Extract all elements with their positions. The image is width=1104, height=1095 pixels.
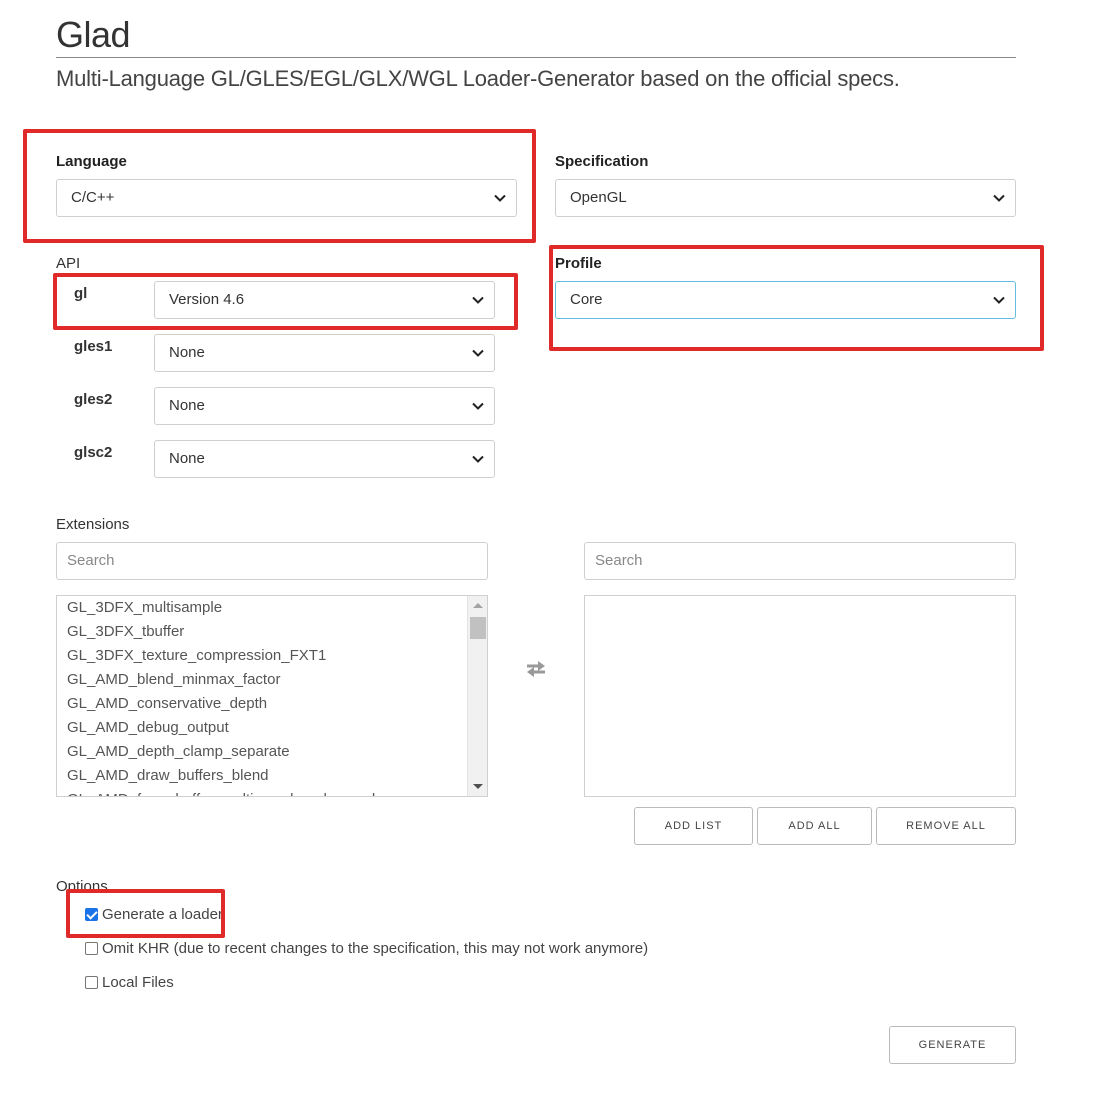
highlight-gl-version [53,273,518,330]
scroll-down-arrow-icon[interactable] [473,784,483,789]
api-name-glsc2: glsc2 [74,444,113,461]
checkbox-icon[interactable] [85,942,98,955]
api-name-gles1: gles1 [74,338,113,355]
generate-button[interactable]: GENERATE [889,1026,1016,1064]
api-name-gles2: gles2 [74,391,113,408]
available-extensions-list[interactable]: GL_3DFX_multisample GL_3DFX_tbuffer GL_3… [56,595,488,797]
chevron-down-icon [472,402,484,410]
list-item[interactable]: GL_3DFX_texture_compression_FXT1 [57,644,487,668]
scroll-thumb[interactable] [470,617,486,639]
api-glsc2-select[interactable]: None [154,440,495,478]
highlight-language [23,129,536,243]
title-divider [56,57,1016,58]
page-subtitle: Multi-Language GL/GLES/EGL/GLX/WGL Loade… [56,66,900,91]
page-title: Glad [56,14,131,55]
extensions-label: Extensions [56,516,130,533]
list-scrollbar[interactable] [467,596,487,796]
list-item[interactable]: GL_AMD_framebuffer_multisample_advanced [57,788,487,796]
scroll-up-arrow-icon[interactable] [473,603,483,608]
add-list-button[interactable]: ADD LIST [634,807,753,845]
list-item[interactable]: GL_AMD_blend_minmax_factor [57,668,487,692]
api-gles1-value: None [169,344,205,361]
omit-khr-option[interactable]: Omit KHR (due to recent changes to the s… [85,940,648,957]
list-item[interactable]: GL_AMD_conservative_depth [57,692,487,716]
specification-select[interactable]: OpenGL [555,179,1016,217]
list-item[interactable]: GL_AMD_debug_output [57,716,487,740]
selected-extensions-list[interactable] [584,595,1016,797]
checkbox-icon[interactable] [85,976,98,989]
omit-khr-label[interactable]: Omit KHR (due to recent changes to the s… [102,940,648,957]
remove-all-button[interactable]: REMOVE ALL [876,807,1016,845]
highlight-generate-loader [66,889,225,938]
api-glsc2-value: None [169,450,205,467]
extensions-search-input[interactable]: Search [56,542,488,580]
local-files-label[interactable]: Local Files [102,974,174,991]
specification-label: Specification [555,153,649,170]
selected-extensions-search-input[interactable]: Search [584,542,1016,580]
specification-select-value: OpenGL [570,189,627,206]
api-gles2-select[interactable]: None [154,387,495,425]
add-all-button[interactable]: ADD ALL [757,807,872,845]
api-gles2-value: None [169,397,205,414]
swap-arrows-icon[interactable] [525,660,547,678]
chevron-down-icon [993,194,1005,202]
chevron-down-icon [472,349,484,357]
chevron-down-icon [472,455,484,463]
list-item[interactable]: GL_3DFX_tbuffer [57,620,487,644]
api-gles1-select[interactable]: None [154,334,495,372]
highlight-profile [549,245,1044,351]
list-item[interactable]: GL_AMD_draw_buffers_blend [57,764,487,788]
api-label: API [56,255,81,272]
list-item[interactable]: GL_AMD_depth_clamp_separate [57,740,487,764]
list-item[interactable]: GL_3DFX_multisample [57,596,487,620]
local-files-option[interactable]: Local Files [85,974,174,991]
